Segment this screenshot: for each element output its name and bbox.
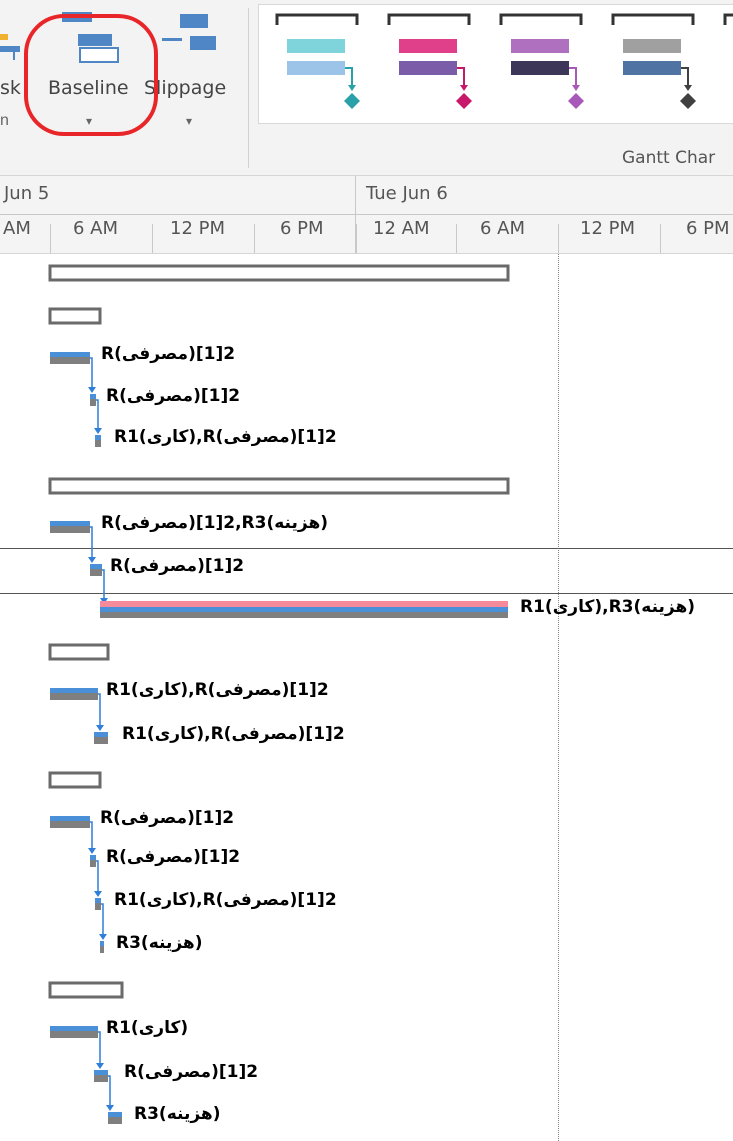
- task-resource-label: R1(کاری),R(مصرفی)2[1]: [122, 724, 345, 744]
- task-bar: [50, 816, 90, 821]
- baseline-bar: [50, 821, 90, 828]
- dependency-link: [96, 860, 99, 893]
- task-bar: [50, 688, 98, 693]
- dependency-link: [102, 569, 105, 600]
- task-bar: [95, 898, 101, 903]
- dependency-arrow-head: [94, 891, 102, 897]
- summary-bar: [48, 981, 124, 999]
- task-bar: [94, 1070, 108, 1075]
- baseline-bar: [90, 569, 102, 576]
- task-bar: [90, 394, 96, 399]
- task-resource-label: R(مصرفی)2[1],R3(هزینه): [101, 513, 329, 533]
- baseline-bar: [90, 860, 96, 867]
- baseline-bar: [108, 1117, 122, 1124]
- dependency-arrow-head: [94, 428, 102, 434]
- baseline-bar: [50, 357, 90, 364]
- task-bar: [50, 352, 90, 357]
- task-resource-label: R(مصرفی)2[1]: [101, 344, 236, 364]
- dependency-arrow-head: [99, 934, 107, 940]
- task-resource-label: R1(کاری),R(مصرفی)2[1]: [106, 680, 329, 700]
- dependency-arrow-head: [88, 848, 96, 854]
- task-bar: [90, 564, 102, 569]
- dependency-arrow-head: [88, 387, 96, 393]
- task-resource-label: R3(هزینه): [116, 933, 203, 953]
- dependency-link: [98, 1031, 101, 1065]
- dependency-link: [108, 1075, 111, 1107]
- summary-bar: [48, 307, 102, 325]
- dependency-link: [90, 357, 93, 389]
- task-bar: [108, 1112, 122, 1117]
- task-bar: [100, 607, 508, 612]
- task-bar: [90, 855, 96, 860]
- baseline-bar: [95, 903, 101, 910]
- task-bar: [50, 521, 90, 526]
- task-resource-label: R(مصرفی)2[1]: [110, 556, 245, 576]
- task-resource-label: R1(کاری),R(مصرفی)2[1]: [114, 890, 337, 910]
- dependency-link: [98, 693, 101, 727]
- baseline-bar: [90, 399, 96, 406]
- dependency-link: [101, 903, 104, 936]
- baseline-bar: [95, 440, 101, 447]
- dependency-link: [90, 526, 93, 559]
- dependency-link: [90, 821, 93, 850]
- task-bar: [94, 732, 108, 737]
- baseline-bar: [50, 526, 90, 533]
- task-bar: [50, 1026, 98, 1031]
- task-resource-label: R(مصرفی)2[1]: [100, 808, 235, 828]
- task-resource-label: R1(کاری): [106, 1018, 189, 1038]
- baseline-bar: [94, 1075, 108, 1082]
- dependency-arrow-head: [106, 1105, 114, 1111]
- baseline-bar: [100, 946, 104, 953]
- task-resource-label: R(مصرفی)2[1]: [106, 847, 241, 867]
- baseline-bar: [50, 693, 98, 700]
- task-bar: [100, 941, 104, 946]
- summary-bar: [48, 771, 102, 789]
- dependency-link: [96, 399, 99, 430]
- baseline-bar: [94, 737, 108, 744]
- summary-bar: [48, 643, 110, 661]
- task-resource-label: R1(کاری),R(مصرفی)2[1]: [114, 427, 337, 447]
- baseline-bar: [50, 1031, 98, 1038]
- dependency-arrow-head: [96, 1063, 104, 1069]
- task-resource-label: R3(هزینه): [134, 1104, 221, 1124]
- slippage-bar: [100, 601, 508, 607]
- summary-bar: [48, 477, 510, 495]
- summary-bar: [48, 264, 510, 282]
- baseline-bar: [100, 612, 508, 618]
- task-bar: [95, 435, 101, 440]
- task-resource-label: R(مصرفی)2[1]: [124, 1062, 259, 1082]
- dependency-arrow-head: [88, 557, 96, 563]
- task-resource-label: R1(کاری),R3(هزینه): [520, 597, 696, 617]
- task-resource-label: R(مصرفی)2[1]: [106, 386, 241, 406]
- dependency-arrow-head: [96, 725, 104, 731]
